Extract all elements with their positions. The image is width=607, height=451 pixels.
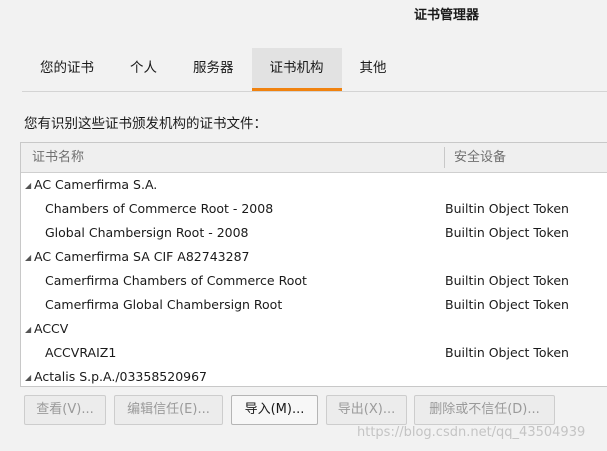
- group-name: AC Camerfirma SA CIF A82743287: [34, 249, 250, 264]
- certificate-row[interactable]: ACCVRAIZ1 Builtin Object Token: [21, 341, 607, 365]
- import-button[interactable]: 导入(M)...: [231, 395, 318, 425]
- certificate-name: ACCVRAIZ1: [45, 345, 117, 360]
- tab-your-certificates[interactable]: 您的证书: [22, 48, 112, 89]
- authorities-description: 您有识别这些证书颁发机构的证书文件：: [24, 116, 267, 132]
- tab-divider: [22, 91, 607, 92]
- expanded-twisty-icon[interactable]: ◢: [25, 366, 34, 386]
- export-button[interactable]: 导出(X)...: [326, 395, 407, 425]
- tree-group-row[interactable]: ◢ AC Camerfirma S.A.: [21, 173, 607, 197]
- tab-authorities[interactable]: 证书机构: [251, 48, 342, 91]
- watermark-text: https://blog.csdn.net/qq_43504939: [357, 425, 586, 440]
- column-header-name[interactable]: 证书名称: [32, 143, 84, 172]
- edit-trust-button[interactable]: 编辑信任(E)...: [114, 395, 223, 425]
- certificate-name: Camerfirma Chambers of Commerce Root: [45, 273, 307, 288]
- group-name: Actalis S.p.A./03358520967: [34, 369, 208, 384]
- tree-group-row[interactable]: ◢ Actalis S.p.A./03358520967: [21, 365, 607, 386]
- tree-group-row[interactable]: ◢ AC Camerfirma SA CIF A82743287: [21, 245, 607, 269]
- group-name: AC Camerfirma S.A.: [34, 177, 158, 192]
- security-device: Builtin Object Token: [445, 297, 569, 312]
- expanded-twisty-icon[interactable]: ◢: [25, 318, 34, 342]
- certificate-row[interactable]: Chambers of Commerce Root - 2008 Builtin…: [21, 197, 607, 221]
- expanded-twisty-icon[interactable]: ◢: [25, 174, 34, 198]
- certificate-name: Global Chambersign Root - 2008: [45, 225, 249, 240]
- security-device: Builtin Object Token: [445, 225, 569, 240]
- tree-group-row[interactable]: ◢ ACCV: [21, 317, 607, 341]
- table-header: 证书名称 安全设备: [21, 143, 607, 173]
- view-button[interactable]: 查看(V)...: [24, 395, 106, 425]
- security-device: Builtin Object Token: [445, 345, 569, 360]
- window-title: 证书管理器: [414, 8, 480, 23]
- certificate-name: Chambers of Commerce Root - 2008: [45, 201, 274, 216]
- certificate-row[interactable]: Camerfirma Chambers of Commerce Root Bui…: [21, 269, 607, 293]
- tab-others[interactable]: 其他: [342, 48, 405, 89]
- tab-bar: 您的证书 个人 服务器 证书机构 其他: [22, 48, 405, 91]
- certificate-row[interactable]: Global Chambersign Root - 2008 Builtin O…: [21, 221, 607, 245]
- column-resizer[interactable]: [444, 147, 445, 168]
- certificate-tree[interactable]: 证书名称 安全设备 ◢ AC Camerfirma S.A. Chambers o…: [20, 142, 607, 387]
- group-name: ACCV: [34, 321, 69, 336]
- tab-servers[interactable]: 服务器: [175, 48, 252, 89]
- expanded-twisty-icon[interactable]: ◢: [25, 246, 34, 270]
- security-device: Builtin Object Token: [445, 273, 569, 288]
- tab-people[interactable]: 个人: [112, 48, 175, 89]
- security-device: Builtin Object Token: [445, 201, 569, 216]
- delete-or-distrust-button[interactable]: 删除或不信任(D)...: [414, 395, 555, 425]
- certificate-row[interactable]: Camerfirma Global Chambersign Root Built…: [21, 293, 607, 317]
- title-bar: 证书管理器: [0, 0, 607, 30]
- certificate-name: Camerfirma Global Chambersign Root: [45, 297, 283, 312]
- column-header-device[interactable]: 安全设备: [454, 143, 506, 172]
